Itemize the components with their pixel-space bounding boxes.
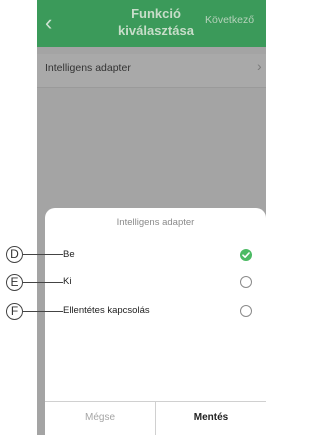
list-item-label: Intelligens adapter — [45, 62, 131, 74]
callout-f: F — [6, 303, 23, 320]
option-ki-label[interactable]: Ki — [63, 276, 71, 287]
back-button[interactable]: ‹ — [45, 11, 61, 35]
header-bar: ‹ Funkció kiválasztása Következő — [37, 0, 266, 47]
option-ki-radio[interactable] — [240, 276, 252, 288]
page-title: Funkció kiválasztása — [118, 6, 194, 38]
callout-d: D — [6, 246, 23, 263]
chevron-left-icon: ‹ — [45, 10, 53, 35]
option-be-radio[interactable] — [240, 249, 252, 261]
callout-f-line — [23, 311, 63, 312]
next-button[interactable]: Következő — [205, 14, 254, 26]
sheet-title: Intelligens adapter — [116, 217, 195, 228]
option-be-label[interactable]: Be — [63, 249, 75, 260]
callout-e: E — [6, 274, 23, 291]
option-ellentetes-radio[interactable] — [240, 305, 252, 317]
chevron-right-icon: › — [257, 58, 262, 74]
save-button[interactable]: Mentés — [156, 401, 266, 435]
cancel-button[interactable]: Mégse — [45, 401, 155, 435]
option-ellentetes-label[interactable]: Ellentétes kapcsolás — [63, 305, 150, 316]
check-icon — [242, 252, 250, 258]
callout-e-line — [23, 282, 63, 283]
callout-d-line — [23, 254, 63, 255]
